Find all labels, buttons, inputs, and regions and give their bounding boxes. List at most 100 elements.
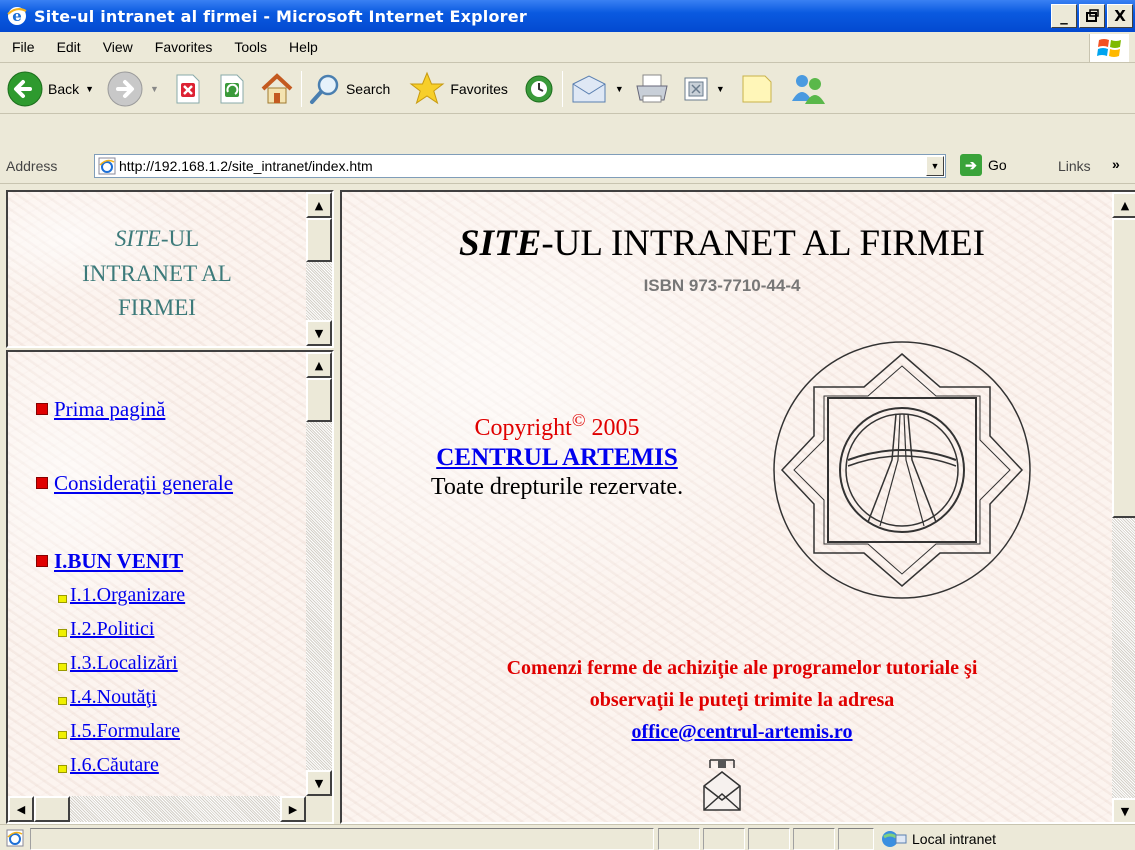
main-vertical-scrollbar[interactable]: ▲ ▼ (1112, 192, 1135, 822)
company-link[interactable]: CENTRUL ARTEMIS (382, 444, 732, 472)
status-cell (793, 828, 835, 850)
search-button[interactable]: Search (308, 67, 390, 111)
page-title-rest: -UL INTRANET AL FIRMEI (541, 223, 985, 264)
nav-link-formulare[interactable]: I.5.Formulare (70, 720, 180, 743)
ie-page-icon (6, 829, 24, 847)
rights-text: Toate drepturile rezervate. (430, 474, 684, 500)
messenger-icon (791, 74, 825, 104)
copyright-symbol: © (571, 410, 586, 430)
site-title-line3: FIRMEI (118, 295, 196, 320)
nav-item-consideratii: Consideraţii generale (36, 466, 233, 500)
security-zone-label: Local intranet (912, 831, 997, 847)
orders-text: Comenzi ferme de achiziţie ale programel… (382, 652, 1102, 748)
menu-file[interactable]: File (0, 39, 46, 55)
nav-link-prima-pagina[interactable]: Prima pagină (54, 397, 165, 422)
nav-link-consideratii[interactable]: Consideraţii generale (54, 471, 233, 496)
nav-subitem: I.5.Formulare (36, 714, 233, 748)
scroll-left-button[interactable]: ◀ (8, 796, 34, 822)
toolbar-separator (300, 70, 302, 107)
menu-edit[interactable]: Edit (46, 39, 92, 55)
home-button[interactable] (259, 67, 295, 111)
nav-link-cautare[interactable]: I.6.Căutare (70, 754, 159, 777)
close-button[interactable]: X (1107, 4, 1133, 28)
address-input[interactable]: http://192.168.1.2/site_intranet/index.h… (94, 154, 946, 178)
windows-logo-icon (1089, 34, 1129, 62)
chevron-down-icon[interactable]: ▼ (150, 84, 159, 94)
status-cell (838, 828, 874, 850)
nav-link-organizare[interactable]: I.1.Organizare (70, 584, 185, 607)
page-title-italic: SITE (459, 223, 542, 264)
email-link[interactable]: office@centrul-artemis.ro (382, 716, 1102, 748)
navigation-vertical-scrollbar[interactable]: ▲ ▼ (306, 352, 332, 796)
scroll-up-button[interactable]: ▲ (306, 352, 332, 378)
edit-button[interactable]: ▼ (682, 67, 725, 111)
nav-subitem: I.1.Organizare (36, 578, 233, 612)
go-button[interactable]: ➔ Go (960, 154, 1007, 176)
mail-icon (572, 74, 606, 102)
edit-icon (684, 77, 708, 100)
history-button[interactable] (522, 67, 556, 111)
scroll-up-button[interactable]: ▲ (306, 192, 332, 218)
menu-view[interactable]: View (92, 39, 144, 55)
status-cell (658, 828, 700, 850)
scroll-down-button[interactable]: ▼ (306, 320, 332, 346)
scroll-down-button[interactable]: ▼ (1112, 798, 1135, 822)
scroll-right-button[interactable]: ▶ (280, 796, 306, 822)
nav-subitem: I.3.Localizări (36, 646, 233, 680)
go-label: Go (988, 157, 1007, 173)
address-bar: Address http://192.168.1.2/site_intranet… (0, 148, 1135, 184)
scroll-thumb[interactable] (306, 378, 332, 422)
address-dropdown-button[interactable]: ▼ (926, 156, 944, 176)
main-frame: SITE-UL INTRANET AL FIRMEI ISBN 973-7710… (340, 190, 1135, 824)
site-title-line1: -UL (160, 226, 200, 251)
refresh-button[interactable] (217, 67, 247, 111)
nav-link-localizari[interactable]: I.3.Localizări (70, 652, 178, 675)
forward-icon (107, 71, 143, 106)
scroll-down-button[interactable]: ▼ (306, 770, 332, 796)
chevron-down-icon[interactable]: ▼ (85, 84, 94, 94)
back-label: Back (48, 80, 80, 97)
forward-button[interactable]: ▼ (106, 67, 159, 111)
scroll-thumb[interactable] (1112, 218, 1135, 518)
envelope-icon[interactable] (700, 758, 744, 814)
stop-icon (176, 74, 200, 103)
isbn-text: ISBN 973-7710-44-4 (643, 276, 801, 295)
back-button[interactable]: Back ▼ (6, 67, 94, 111)
discuss-button[interactable] (739, 67, 775, 111)
scroll-thumb[interactable] (306, 218, 332, 262)
menu-favorites[interactable]: Favorites (144, 39, 224, 55)
print-button[interactable] (634, 67, 670, 111)
favorites-button[interactable]: Favorites (408, 67, 508, 111)
minimize-button[interactable]: _ (1051, 4, 1077, 28)
menu-help[interactable]: Help (278, 39, 329, 55)
nav-link-politici[interactable]: I.2.Politici (70, 618, 154, 641)
home-icon (261, 72, 293, 103)
links-label[interactable]: Links (1058, 158, 1091, 174)
favorites-label: Favorites (450, 80, 508, 97)
messenger-button[interactable] (789, 67, 827, 111)
title-frame-scrollbar[interactable]: ▲ ▼ (306, 192, 332, 346)
chevron-down-icon[interactable]: ▼ (615, 84, 624, 94)
refresh-icon (220, 74, 244, 103)
search-label: Search (345, 80, 391, 97)
search-icon (309, 74, 339, 104)
menu-tools[interactable]: Tools (223, 39, 278, 55)
stop-button[interactable] (173, 67, 203, 111)
go-icon: ➔ (960, 154, 982, 176)
nav-link-noutati[interactable]: I.4.Noutăţi (70, 686, 157, 709)
yellow-bullet-icon (58, 731, 67, 739)
chevron-down-icon[interactable]: ▼ (716, 84, 725, 94)
nav-link-bun-venit[interactable]: I.BUN VENIT (54, 549, 183, 574)
history-icon (525, 75, 553, 102)
status-bar: Local intranet (0, 824, 1135, 850)
scroll-up-button[interactable]: ▲ (1112, 192, 1135, 218)
mail-button[interactable]: ▼ (569, 67, 624, 111)
security-zone[interactable]: Local intranet (880, 828, 996, 850)
maximize-icon (1086, 9, 1099, 22)
links-chevron[interactable]: » (1112, 156, 1120, 172)
navigation-horizontal-scrollbar[interactable]: ◀ ▶ (8, 796, 306, 822)
maximize-button[interactable] (1079, 4, 1105, 28)
scroll-thumb[interactable] (34, 796, 70, 822)
red-bullet-icon (36, 403, 48, 415)
orders-line1: Comenzi ferme de achiziţie ale programel… (506, 657, 978, 679)
